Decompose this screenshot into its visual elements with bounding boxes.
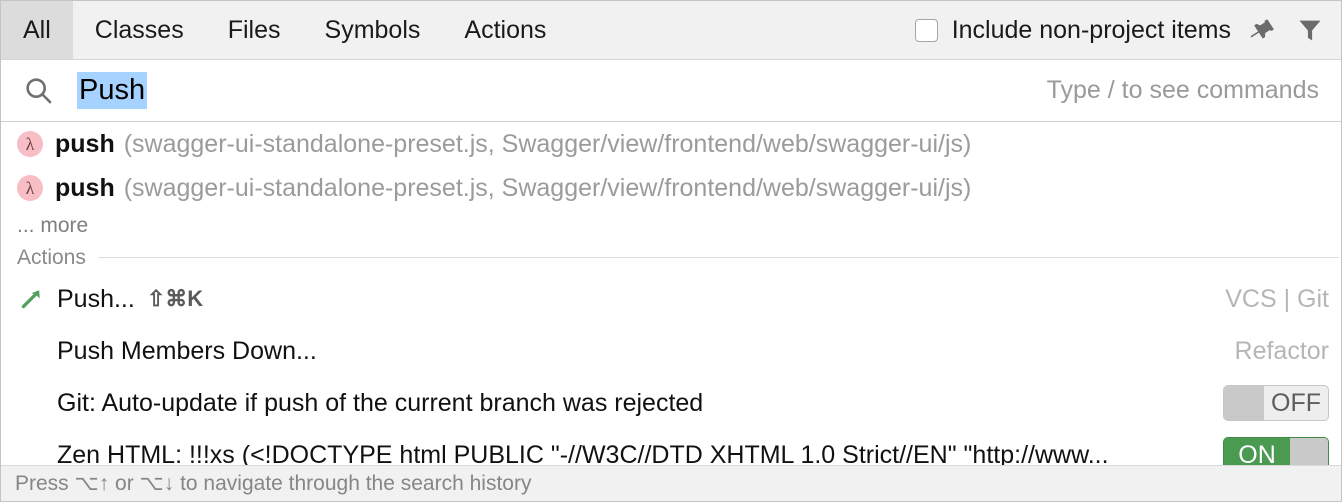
tab-bar: All Classes Files Symbols Actions Includ…	[1, 1, 1341, 60]
search-commands-hint: Type / to see commands	[1046, 76, 1319, 104]
tab-symbols[interactable]: Symbols	[303, 1, 443, 59]
symbol-name: push	[55, 129, 115, 158]
action-shortcut: ⇧⌘K	[146, 286, 204, 311]
search-everywhere-popup: All Classes Files Symbols Actions Includ…	[0, 0, 1342, 502]
toggle-knob	[1224, 386, 1264, 420]
tab-files[interactable]: Files	[206, 1, 303, 59]
show-more-link[interactable]: ... more	[17, 214, 88, 238]
search-icon	[21, 74, 55, 108]
symbol-name: push	[55, 173, 115, 202]
tab-symbols-label: Symbols	[324, 15, 421, 44]
results-list: λ push (swagger-ui-standalone-preset.js,…	[1, 122, 1341, 481]
push-arrow-icon	[17, 285, 45, 313]
show-more-row[interactable]: ... more	[1, 210, 1341, 242]
lambda-function-icon: λ	[17, 131, 43, 157]
filter-funnel-icon[interactable]	[1293, 13, 1327, 47]
symbol-result-row[interactable]: λ push (swagger-ui-standalone-preset.js,…	[1, 122, 1341, 166]
action-row-git-auto-update[interactable]: Git: Auto-update if push of the current …	[1, 377, 1341, 429]
symbol-location: (swagger-ui-standalone-preset.js, Swagge…	[123, 173, 972, 202]
action-label: Git: Auto-update if push of the current …	[57, 388, 704, 417]
include-non-project-items-control[interactable]: Include non-project items	[914, 15, 1231, 45]
action-row-push-members-down[interactable]: Push Members Down... Refactor	[1, 325, 1341, 377]
include-non-project-items-label: Include non-project items	[951, 15, 1231, 44]
symbol-result-row[interactable]: λ push (swagger-ui-standalone-preset.js,…	[1, 166, 1341, 210]
include-non-project-items-checkbox[interactable]	[914, 18, 938, 42]
tab-all[interactable]: All	[1, 1, 73, 59]
action-label: Push Members Down...	[57, 336, 317, 365]
lambda-function-icon: λ	[17, 175, 43, 201]
toggle-off[interactable]: OFF	[1223, 385, 1329, 421]
tab-classes-label: Classes	[94, 15, 184, 44]
action-icon-placeholder	[17, 389, 45, 417]
actions-section-title: Actions	[17, 245, 86, 269]
tab-actions[interactable]: Actions	[442, 1, 568, 59]
toolbar-right: Include non-project items	[914, 1, 1341, 59]
section-divider	[97, 257, 1339, 258]
tab-classes[interactable]: Classes	[73, 1, 206, 59]
action-icon-placeholder	[17, 337, 45, 365]
action-row-push[interactable]: Push... ⇧⌘K VCS | Git	[1, 273, 1341, 325]
tab-all-label: All	[23, 15, 51, 44]
tab-files-label: Files	[227, 15, 281, 44]
footer-hint-text: Press ⌥↑ or ⌥↓ to navigate through the s…	[15, 472, 532, 495]
actions-section-header: Actions	[1, 242, 1341, 273]
toggle-state-label: OFF	[1271, 388, 1321, 417]
footer-hint-bar: Press ⌥↑ or ⌥↓ to navigate through the s…	[1, 465, 1341, 501]
action-group: Refactor	[1234, 336, 1329, 365]
search-row[interactable]: Push Type / to see commands	[1, 60, 1341, 122]
symbol-location: (swagger-ui-standalone-preset.js, Swagge…	[123, 129, 972, 158]
pin-icon[interactable]	[1245, 13, 1279, 47]
search-input[interactable]: Push	[77, 72, 148, 109]
action-label: Push...	[57, 284, 135, 313]
action-group: VCS | Git	[1225, 284, 1329, 313]
tab-actions-label: Actions	[464, 15, 547, 44]
